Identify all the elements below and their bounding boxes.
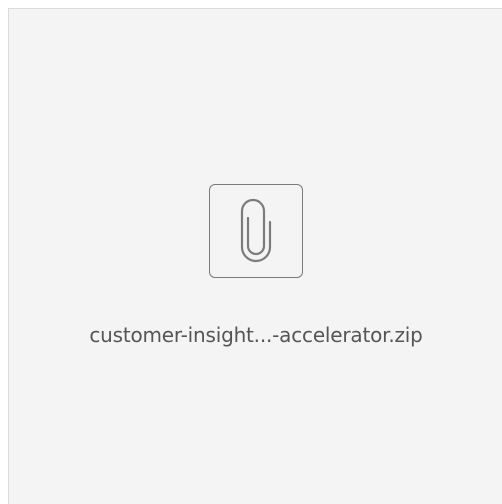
attachment-icon-frame[interactable] <box>209 184 303 278</box>
attachment-card[interactable]: customer-insight...-accelerator.zip <box>8 8 502 504</box>
attachment-file-name[interactable]: customer-insight...-accelerator.zip <box>9 320 502 350</box>
paperclip-icon <box>240 198 272 263</box>
